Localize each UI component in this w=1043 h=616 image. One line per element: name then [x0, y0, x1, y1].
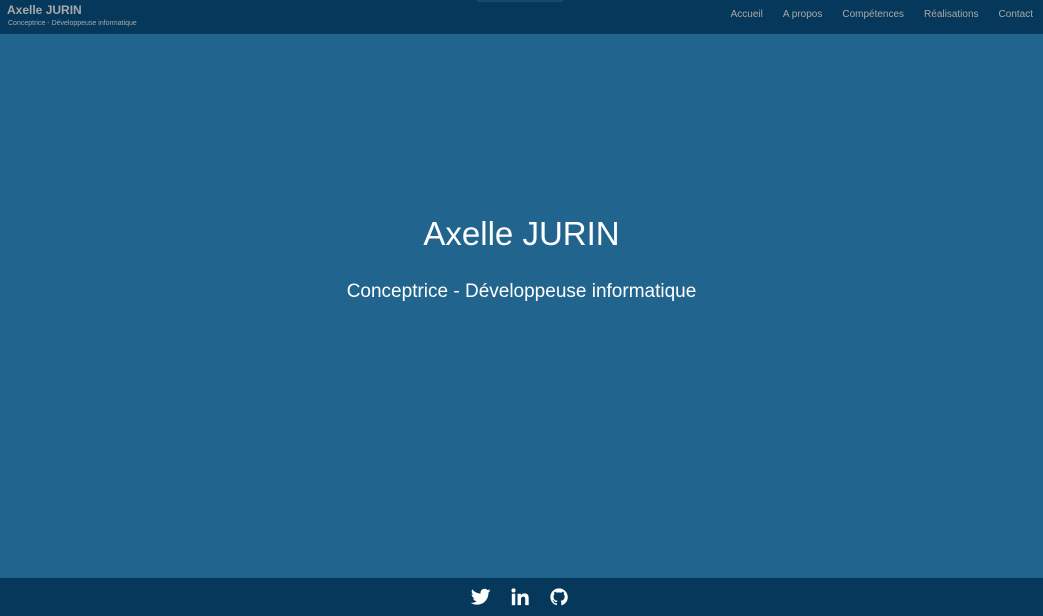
twitter-link[interactable]: [471, 588, 491, 606]
nav-item-competences[interactable]: Compétences: [842, 9, 904, 21]
navbar: Axelle JURIN Conceptrice - Développeuse …: [0, 0, 1043, 34]
hero-section: Axelle JURIN Conceptrice - Développeuse …: [0, 34, 1043, 578]
top-indicator: [477, 0, 563, 2]
brand-link[interactable]: Axelle JURIN Conceptrice - Développeuse …: [7, 4, 137, 28]
hero-title: Axelle JURIN: [423, 215, 620, 252]
nav-item-realisations[interactable]: Réalisations: [924, 9, 978, 21]
github-link[interactable]: [549, 588, 569, 606]
nav-item-contact[interactable]: Contact: [999, 9, 1033, 21]
nav-item-accueil[interactable]: Accueil: [731, 9, 763, 21]
brand-name: Axelle JURIN: [7, 3, 82, 17]
main-nav: Accueil A propos Compétences Réalisation…: [731, 9, 1033, 21]
footer: [0, 578, 1043, 616]
linkedin-link[interactable]: [510, 588, 530, 606]
hero-subtitle: Conceptrice - Développeuse informatique: [346, 281, 697, 302]
github-icon: [550, 588, 568, 606]
social-links: [471, 588, 569, 606]
nav-item-a-propos[interactable]: A propos: [783, 9, 822, 21]
brand-tagline: Conceptrice - Développeuse informatique: [8, 20, 137, 27]
twitter-icon: [471, 588, 491, 605]
linkedin-icon: [511, 588, 529, 606]
